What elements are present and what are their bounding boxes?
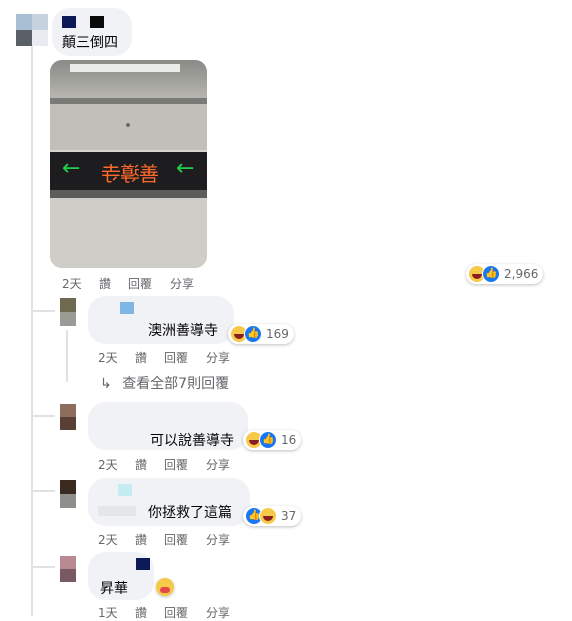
avatar[interactable] (60, 480, 76, 508)
reaction-count: 2,966 (504, 267, 539, 281)
reaction-count: 16 (281, 433, 297, 447)
reply-text: 昇華 (100, 581, 128, 597)
reply-button[interactable]: 回覆 (164, 531, 188, 548)
reactions-summary[interactable]: 169 (228, 324, 294, 344)
author-name-redacted[interactable] (62, 16, 76, 28)
like-icon (259, 431, 277, 449)
avatar[interactable] (60, 556, 76, 582)
view-all-replies-label: 查看全部7則回覆 (122, 376, 230, 392)
reply-button[interactable]: 回覆 (164, 604, 188, 621)
share-button[interactable]: 分享 (170, 275, 194, 292)
like-icon (244, 325, 262, 343)
like-icon (482, 265, 500, 283)
reply-bubble: 澳洲善導寺 (88, 296, 234, 344)
reply-text: 澳洲善導寺 (148, 323, 218, 339)
reaction-count: 37 (281, 509, 297, 523)
reply-text: 你拯救了這篇 (148, 505, 232, 521)
reply-actions: 1天 讚 回覆 分享 (98, 604, 258, 620)
like-button[interactable]: 讚 (135, 349, 147, 366)
sign-left-arrow: ← (62, 156, 81, 181)
author-name-redacted[interactable] (136, 558, 150, 570)
reply-bubble: 可以說善導寺 (88, 402, 248, 450)
haha-icon (259, 507, 277, 525)
reactions-summary[interactable]: 2,966 (466, 264, 544, 284)
thread-line-main (31, 46, 33, 616)
avatar[interactable] (16, 14, 48, 46)
share-button[interactable]: 分享 (206, 531, 230, 548)
thread-line-reply-3 (31, 490, 55, 492)
share-button[interactable]: 分享 (206, 604, 230, 621)
author-name-redacted[interactable] (120, 302, 134, 314)
timestamp[interactable]: 1天 (98, 604, 118, 621)
thread-line-reply-1 (31, 310, 55, 312)
avatar[interactable] (60, 298, 76, 326)
timestamp[interactable]: 2天 (98, 531, 118, 548)
reaction-count: 169 (266, 327, 289, 341)
like-button[interactable]: 讚 (135, 604, 147, 621)
reply-actions: 2天 讚 回覆 分享 (98, 349, 258, 365)
care-icon[interactable] (156, 578, 174, 596)
comment-actions: 2天 讚 回覆 分享 (62, 275, 222, 291)
reply-bubble: 你拯救了這篇 (88, 478, 250, 526)
like-button[interactable]: 讚 (135, 456, 147, 473)
reply-text: 可以說善導寺 (150, 433, 234, 449)
view-all-replies-link[interactable]: ↳ 查看全部7則回覆 (100, 373, 229, 393)
reactions-summary[interactable]: 37 (243, 506, 302, 526)
comment-photo[interactable]: ← 善導寺 ← (50, 60, 207, 268)
like-button[interactable]: 讚 (135, 531, 147, 548)
reply-actions: 2天 讚 回覆 分享 (98, 531, 258, 547)
reply-button[interactable]: 回覆 (128, 275, 152, 292)
sign-right-arrow: ← (176, 156, 195, 181)
reply-button[interactable]: 回覆 (164, 349, 188, 366)
share-button[interactable]: 分享 (206, 349, 230, 366)
avatar[interactable] (60, 404, 76, 430)
thread-line-replies-sub (66, 330, 68, 382)
reply-arrow-icon: ↳ (100, 376, 112, 392)
timestamp[interactable]: 2天 (62, 275, 82, 292)
timestamp[interactable]: 2天 (98, 456, 118, 473)
reply-actions: 2天 讚 回覆 分享 (98, 456, 258, 472)
comment-text: 顛三倒四 (62, 35, 118, 51)
thread-line-reply-4 (31, 566, 55, 568)
author-name-redacted[interactable] (118, 484, 132, 496)
share-button[interactable]: 分享 (206, 456, 230, 473)
sign-text: 善導寺 (102, 162, 159, 186)
comment-bubble: 顛三倒四 (52, 8, 132, 56)
reactions-summary[interactable]: 16 (243, 430, 302, 450)
thread-line-reply-2 (31, 415, 55, 417)
reply-button[interactable]: 回覆 (164, 456, 188, 473)
reply-bubble: 昇華 (88, 552, 154, 600)
like-button[interactable]: 讚 (99, 275, 111, 292)
timestamp[interactable]: 2天 (98, 349, 118, 366)
